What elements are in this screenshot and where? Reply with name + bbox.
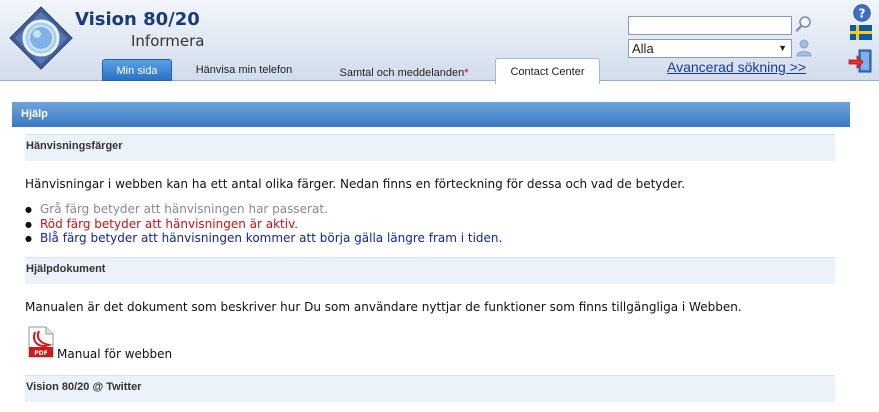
svg-text:PDF: PDF: [34, 350, 47, 357]
app-header: Vision 80/20 Informera Min sida Hänvisa …: [0, 0, 879, 84]
colors-intro-text: Hänvisningar i webben kan ha ett antal o…: [25, 177, 686, 191]
pdf-icon[interactable]: PDF: [27, 326, 55, 358]
tab-min-sida[interactable]: Min sida: [102, 59, 172, 81]
colors-section-header: Hänvisningsfärger: [25, 134, 835, 161]
app-title: Vision 80/20: [75, 9, 200, 30]
search-icon[interactable]: [795, 15, 813, 33]
tab-samtal-och-meddelanden[interactable]: Samtal och meddelanden*: [324, 62, 484, 84]
tab-contact-center[interactable]: Contact Center: [495, 58, 600, 84]
docs-intro-text: Manualen är det dokument som beskriver h…: [25, 300, 742, 314]
search-input[interactable]: [628, 16, 792, 35]
main-tabs: Min sida Hänvisa min telefon Samtal och …: [0, 56, 620, 84]
tab-hanvisa-min-telefon[interactable]: Hänvisa min telefon: [180, 59, 308, 81]
list-item-red: Röd färg betyder att hänvisningen är akt…: [25, 217, 502, 233]
help-icon[interactable]: ?: [853, 4, 871, 22]
section-title-bar: Hjälp: [12, 102, 850, 127]
advanced-search-link[interactable]: Avancerad sökning >>: [667, 59, 806, 75]
color-legend-list: Grå färg betyder att hänvisningen har pa…: [25, 202, 502, 247]
manual-link[interactable]: Manual för webben: [57, 347, 172, 361]
search-scope-select[interactable]: Alla ▼: [628, 39, 792, 58]
svg-text:?: ?: [859, 7, 866, 21]
list-item-gray: Grå färg betyder att hänvisningen har pa…: [25, 202, 502, 218]
swedish-flag-icon[interactable]: [850, 25, 872, 40]
app-subtitle: Informera: [131, 32, 205, 50]
unread-marker: *: [464, 67, 469, 79]
list-item-blue: Blå färg betyder att hänvisningen kommer…: [25, 231, 502, 247]
logout-icon[interactable]: [848, 48, 874, 74]
chevron-down-icon: ▼: [778, 43, 787, 53]
docs-section-header: Hjälpdokument: [25, 257, 835, 284]
person-icon[interactable]: [796, 39, 812, 57]
twitter-section-header: Vision 80/20 @ Twitter: [25, 375, 835, 402]
